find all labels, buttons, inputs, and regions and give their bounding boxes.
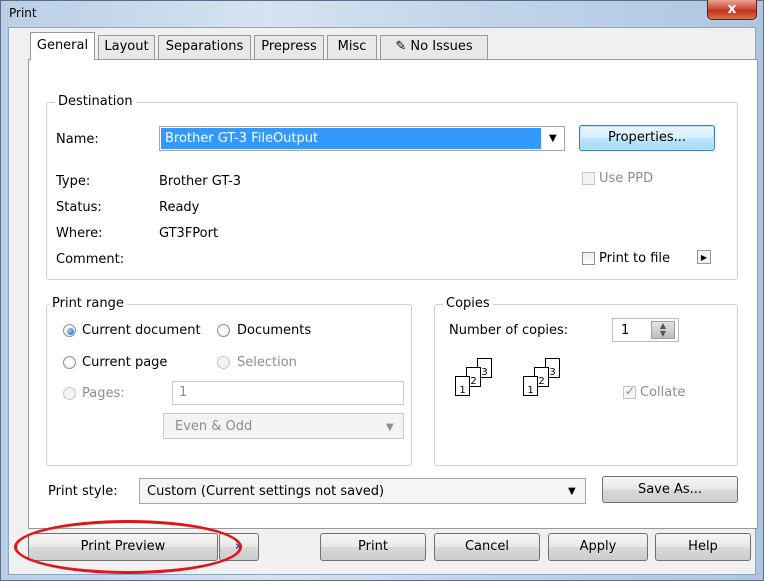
properties-button[interactable]: Properties... bbox=[579, 125, 715, 151]
print-to-file-options-button[interactable]: ▶ bbox=[697, 250, 711, 264]
tab-general[interactable]: General bbox=[30, 32, 95, 60]
close-button[interactable]: x bbox=[707, 0, 757, 20]
apply-button[interactable]: Apply bbox=[548, 533, 648, 561]
check-icon: ✓ bbox=[625, 384, 636, 398]
where-value: GT3FPort bbox=[159, 226, 219, 241]
number-of-copies-value: 1 bbox=[621, 323, 630, 338]
collate-stack-2: 3 2 1 bbox=[523, 358, 593, 410]
chevron-down-icon[interactable]: ▼ bbox=[549, 133, 557, 144]
printer-name-value: Brother GT-3 FileOutput bbox=[161, 128, 541, 149]
type-label: Type: bbox=[56, 174, 91, 189]
destination-legend: Destination bbox=[55, 95, 136, 109]
title-bar[interactable]: Print x bbox=[0, 0, 764, 26]
even-odd-select[interactable]: Even & Odd ▼ bbox=[163, 413, 404, 439]
print-to-file-label: Print to file bbox=[599, 251, 671, 266]
tab-misc[interactable]: Misc bbox=[327, 35, 377, 59]
window-title: Print bbox=[9, 6, 37, 20]
current-document-radio[interactable] bbox=[63, 324, 76, 337]
tab-panel-general: Destination Name: Brother GT-3 FileOutpu… bbox=[28, 59, 758, 529]
pages-radio[interactable] bbox=[63, 387, 76, 400]
current-page-label: Current page bbox=[82, 355, 168, 370]
pages-input[interactable]: 1 bbox=[172, 381, 404, 405]
name-label: Name: bbox=[56, 132, 99, 147]
current-document-label: Current document bbox=[82, 323, 201, 338]
current-page-radio[interactable] bbox=[63, 356, 76, 369]
number-of-copies-spinner[interactable]: 1 ▲ ▼ bbox=[612, 318, 679, 342]
type-value: Brother GT-3 bbox=[159, 174, 242, 189]
selection-radio[interactable] bbox=[217, 356, 230, 369]
print-style-label: Print style: bbox=[48, 484, 118, 499]
tab-layout[interactable]: Layout bbox=[98, 35, 155, 59]
collate-stack-1: 3 2 1 bbox=[455, 358, 525, 410]
tab-separations[interactable]: Separations bbox=[158, 35, 251, 59]
printer-name-combobox[interactable]: Brother GT-3 FileOutput ▼ bbox=[159, 126, 565, 151]
use-ppd-label: Use PPD bbox=[599, 171, 654, 186]
save-as-button[interactable]: Save As... bbox=[602, 476, 738, 503]
documents-radio[interactable] bbox=[217, 324, 230, 337]
print-to-file-checkbox[interactable] bbox=[582, 252, 595, 265]
selection-label: Selection bbox=[237, 355, 297, 370]
triangle-right-icon: ▶ bbox=[700, 253, 708, 262]
spin-buttons[interactable]: ▲ ▼ bbox=[651, 321, 675, 339]
close-icon: x bbox=[727, 1, 737, 17]
stack-page: 1 bbox=[523, 376, 538, 396]
chevron-down-icon: ▼ bbox=[568, 486, 576, 497]
status-label: Status: bbox=[56, 200, 102, 215]
use-ppd-checkbox[interactable] bbox=[582, 172, 595, 185]
cancel-button[interactable]: Cancel bbox=[434, 533, 540, 561]
pages-label: Pages: bbox=[82, 386, 125, 401]
print-style-select[interactable]: Custom (Current settings not saved) ▼ bbox=[139, 478, 586, 504]
copies-legend: Copies bbox=[443, 297, 493, 311]
help-button[interactable]: Help bbox=[655, 533, 751, 561]
documents-label: Documents bbox=[237, 323, 312, 338]
collate-checkbox[interactable]: ✓ bbox=[623, 384, 636, 399]
tab-prepress[interactable]: Prepress bbox=[254, 35, 324, 59]
number-of-copies-label: Number of copies: bbox=[449, 323, 569, 338]
print-button[interactable]: Print bbox=[320, 533, 426, 561]
tab-no-issues[interactable]: ✎ No Issues bbox=[380, 35, 488, 59]
even-odd-value: Even & Odd bbox=[175, 419, 253, 434]
stack-page: 1 bbox=[455, 376, 470, 396]
pages-value: 1 bbox=[179, 385, 188, 400]
status-value: Ready bbox=[159, 200, 200, 215]
print-style-value: Custom (Current settings not saved) bbox=[147, 484, 385, 499]
collate-label: Collate bbox=[640, 385, 686, 400]
where-label: Where: bbox=[56, 226, 103, 241]
annotation-ellipse bbox=[14, 520, 242, 574]
spin-down-icon[interactable]: ▼ bbox=[660, 329, 666, 338]
print-range-legend: Print range bbox=[49, 297, 127, 311]
chevron-down-icon: ▼ bbox=[386, 422, 394, 433]
issues-icon: ✎ bbox=[395, 39, 407, 54]
comment-label: Comment: bbox=[56, 252, 125, 267]
